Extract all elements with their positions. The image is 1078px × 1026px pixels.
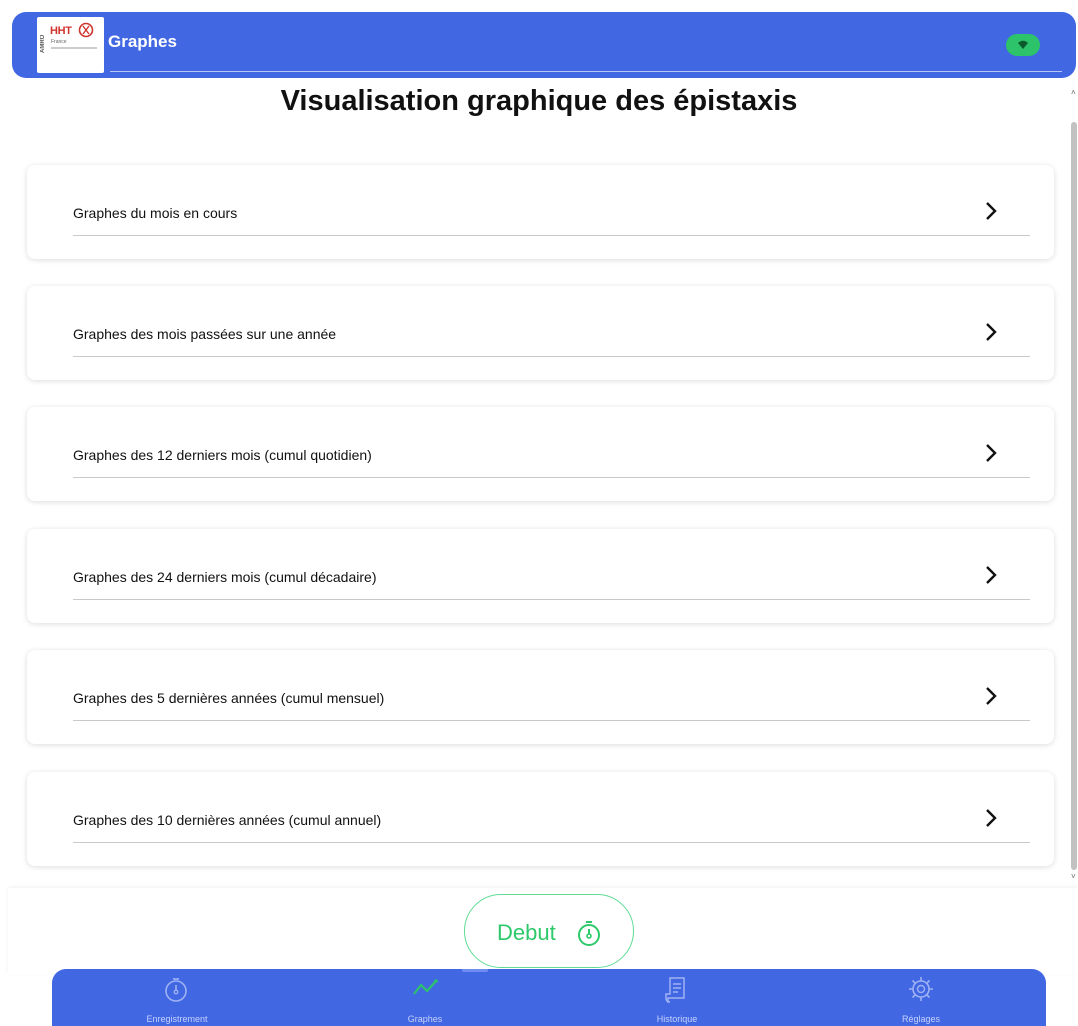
menu-item-past-months-year[interactable]: Graphes des mois passées sur une année: [27, 286, 1054, 380]
menu-item-divider: [73, 235, 1030, 236]
menu-item-label: Graphes du mois en cours: [73, 205, 238, 221]
gear-icon: [909, 977, 933, 1001]
nav-tab-graphes[interactable]: Graphes: [345, 969, 505, 1026]
menu-item-divider: [73, 720, 1030, 721]
logo-mark-icon: [78, 22, 94, 38]
nav-tab-label: Enregistrement: [146, 1014, 208, 1024]
line-chart-icon: [413, 979, 438, 995]
menu-item-divider: [73, 599, 1030, 600]
page-title: Visualisation graphique des épistaxis: [280, 85, 798, 117]
menu-item-24-months[interactable]: Graphes des 24 derniers mois (cumul déca…: [27, 529, 1054, 623]
wifi-icon: [1018, 40, 1028, 49]
app-logo: AMRO HHT France: [37, 17, 104, 73]
app-header: AMRO HHT France Graphes: [12, 12, 1076, 78]
document-icon: [665, 977, 685, 1003]
chevron-right-icon: [986, 444, 997, 462]
header-title: Graphes: [108, 32, 177, 51]
connection-status-badge[interactable]: [1006, 34, 1040, 56]
menu-item-current-month[interactable]: Graphes du mois en cours: [27, 165, 1054, 259]
nav-tab-enregistrement[interactable]: Enregistrement: [97, 969, 257, 1026]
nav-tab-label: Historique: [656, 1014, 698, 1024]
chevron-right-icon: [986, 687, 997, 705]
chevron-right-icon: [986, 323, 997, 341]
logo-decoration: [51, 47, 97, 49]
logo-sub-text: France: [51, 39, 67, 45]
menu-item-5-years[interactable]: Graphes des 5 dernières années (cumul me…: [27, 650, 1054, 744]
menu-item-label: Graphes des 12 derniers mois (cumul quot…: [73, 447, 372, 463]
menu-item-label: Graphes des 24 derniers mois (cumul déca…: [73, 569, 377, 585]
debut-button-label: Debut: [497, 920, 556, 945]
menu-item-divider: [73, 356, 1030, 357]
scroll-down-icon[interactable]: ˅: [1071, 872, 1076, 881]
scroll-up-icon[interactable]: ˄: [1071, 88, 1076, 97]
chevron-right-icon: [986, 809, 997, 827]
debut-button[interactable]: Debut: [464, 894, 634, 968]
menu-item-label: Graphes des 5 dernières années (cumul me…: [73, 690, 385, 706]
nav-tab-reglages[interactable]: Réglages: [841, 969, 1001, 1026]
menu-item-12-months[interactable]: Graphes des 12 derniers mois (cumul quot…: [27, 407, 1054, 501]
menu-item-divider: [73, 842, 1030, 843]
stopwatch-icon: [578, 921, 600, 946]
scrollbar-thumb[interactable]: [1071, 122, 1077, 870]
nav-tab-historique[interactable]: Historique: [597, 969, 757, 1026]
chevron-right-icon: [986, 566, 997, 584]
bottom-navigation: Enregistrement Graphes Historique Réglag…: [52, 969, 1046, 1026]
menu-item-10-years[interactable]: Graphes des 10 dernières années (cumul a…: [27, 772, 1054, 866]
menu-item-divider: [73, 477, 1030, 478]
chevron-right-icon: [986, 202, 997, 220]
logo-vertical-text: AMRO: [40, 34, 46, 53]
logo-brand: HHT: [50, 25, 72, 37]
menu-item-label: Graphes des 10 dernières années (cumul a…: [73, 812, 382, 828]
header-divider: [110, 71, 1062, 72]
nav-tab-label: Réglages: [901, 1014, 941, 1024]
nav-tab-label: Graphes: [407, 1014, 443, 1024]
stopwatch-icon: [165, 978, 187, 1002]
menu-item-label: Graphes des mois passées sur une année: [73, 326, 337, 342]
